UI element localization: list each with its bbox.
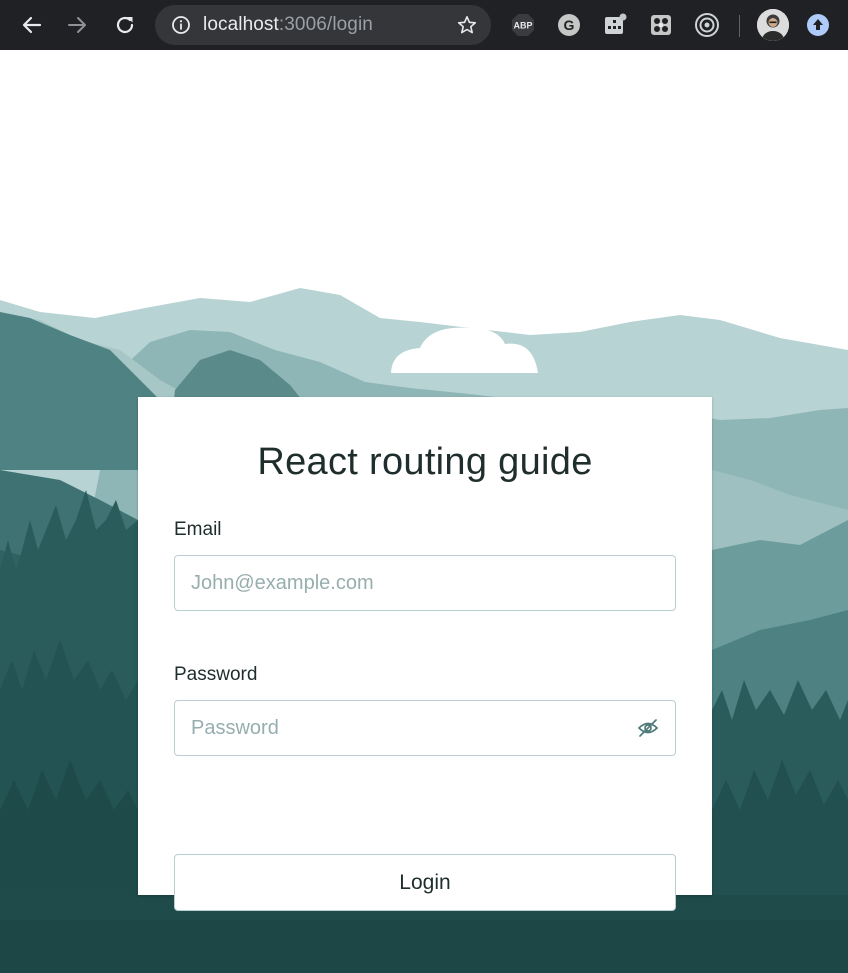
login-button[interactable]: Login — [174, 854, 676, 911]
password-field[interactable] — [175, 701, 675, 755]
email-field[interactable] — [175, 556, 675, 610]
url-path: :3006/login — [278, 14, 373, 35]
password-field-wrapper — [174, 700, 676, 756]
star-icon[interactable] — [457, 15, 477, 40]
url-host: localhost — [203, 14, 279, 35]
page-title: React routing guide — [257, 441, 593, 483]
email-label: Email — [174, 519, 222, 540]
info-icon[interactable] — [171, 15, 191, 40]
page-content: React routing guide Email Password Login — [0, 50, 848, 973]
target-icon[interactable] — [693, 0, 721, 50]
profile-avatar[interactable] — [757, 9, 789, 41]
extension-icon[interactable] — [601, 0, 629, 50]
grammarly-icon[interactable]: G — [555, 0, 583, 50]
url-text[interactable]: localhost:3006/login — [203, 5, 373, 45]
password-label: Password — [174, 664, 258, 685]
toolbar-separator — [739, 15, 740, 37]
reload-icon[interactable] — [111, 0, 139, 50]
forward-arrow-icon[interactable] — [63, 0, 91, 50]
email-field-wrapper — [174, 555, 676, 611]
grammarly-label: G — [564, 17, 575, 33]
adblock-plus-icon[interactable]: ABP — [509, 0, 537, 50]
login-card: React routing guide Email Password Login — [138, 397, 712, 911]
extension-icon[interactable] — [647, 0, 675, 50]
update-arrow-icon[interactable] — [804, 0, 832, 50]
adblock-label: ABP — [513, 21, 532, 31]
back-arrow-icon[interactable] — [18, 0, 46, 50]
browser-toolbar: localhost:3006/login ABP G — [0, 0, 848, 50]
address-bar[interactable]: localhost:3006/login — [155, 5, 491, 45]
eye-slash-icon[interactable] — [637, 718, 659, 743]
